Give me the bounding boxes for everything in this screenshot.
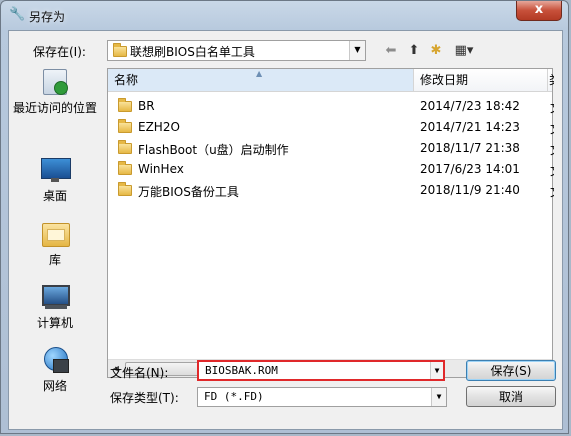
folder-icon <box>118 140 132 154</box>
filetype-value: FD (*.FD) <box>204 390 264 403</box>
file-date: 2018/11/9 21:40 <box>420 183 520 197</box>
folder-icon <box>113 43 127 57</box>
cancel-button[interactable]: 取消 <box>466 386 556 407</box>
save-button[interactable]: 保存(S) <box>466 360 556 381</box>
libraries-icon <box>39 219 71 249</box>
file-name: BR <box>138 99 155 113</box>
up-folder-icon[interactable]: ⬆ <box>405 42 423 60</box>
save-in-value: 联想刷BIOS白名单工具 <box>130 45 255 59</box>
file-date: 2014/7/23 18:42 <box>420 99 520 113</box>
window-title: 另存为 <box>29 10 66 24</box>
filename-input[interactable]: BIOSBAK.ROM ▼ <box>197 360 445 381</box>
file-name: WinHex <box>138 162 184 176</box>
back-arrow-icon[interactable]: ⬅ <box>382 42 400 60</box>
column-header-row: ▲ 名称 修改日期 类 <box>108 69 554 92</box>
file-date: 2017/6/23 14:01 <box>420 162 520 176</box>
list-item[interactable]: 万能BIOS备份工具 2018/11/9 21:40 文 <box>108 180 554 201</box>
place-label: 网络 <box>42 379 67 393</box>
place-libraries[interactable]: 库 <box>9 219 101 268</box>
column-header-name[interactable]: ▲ 名称 <box>108 69 414 91</box>
place-label: 最近访问的位置 <box>12 101 97 115</box>
file-date: 2018/11/7 21:38 <box>420 141 520 155</box>
file-name: FlashBoot（u盘）启动制作 <box>138 143 289 157</box>
column-date-label: 修改日期 <box>420 73 469 87</box>
network-icon <box>39 345 71 375</box>
chevron-down-icon[interactable]: ▼ <box>431 388 446 406</box>
place-label: 库 <box>48 253 61 267</box>
sort-ascending-icon: ▲ <box>256 69 263 78</box>
list-item[interactable]: BR 2014/7/23 18:42 文 <box>108 96 554 117</box>
list-item[interactable]: WinHex 2017/6/23 14:01 文 <box>108 159 554 180</box>
computer-icon <box>39 282 71 312</box>
save-in-dropdown[interactable]: 联想刷BIOS白名单工具 ▼ <box>107 40 366 61</box>
folder-icon <box>118 98 132 112</box>
filetype-dropdown[interactable]: FD (*.FD) ▼ <box>197 387 447 407</box>
view-menu-icon[interactable]: ▦▾ <box>449 42 479 60</box>
title-bar[interactable]: 🔧 另存为 x <box>1 1 568 31</box>
file-list[interactable]: ▲ 名称 修改日期 类 BR 2014/7/23 18:42 文 EZH2O <box>107 68 554 378</box>
file-name: EZH2O <box>138 120 180 134</box>
desktop-icon <box>39 155 71 185</box>
filetype-label: 保存类型(T): <box>110 391 179 405</box>
place-computer[interactable]: 计算机 <box>9 282 101 331</box>
folder-icon <box>118 119 132 133</box>
dialog-client-area: 保存在(I): 联想刷BIOS白名单工具 ▼ ⬅ ⬆ ✱ ▦▾ 最近访问的位置 <box>8 30 563 430</box>
chevron-down-icon[interactable]: ▼ <box>349 41 365 60</box>
place-recent[interactable]: 最近访问的位置 <box>9 67 101 116</box>
filename-value: BIOSBAK.ROM <box>205 364 278 377</box>
file-type: 文 <box>550 99 554 116</box>
list-item[interactable]: FlashBoot（u盘）启动制作 2018/11/7 21:38 文 <box>108 138 554 159</box>
file-name: 万能BIOS备份工具 <box>138 185 239 199</box>
file-type: 文 <box>550 183 554 200</box>
filename-label: 文件名(N): <box>110 366 169 380</box>
recent-places-icon <box>39 67 71 97</box>
list-item[interactable]: EZH2O 2014/7/21 14:23 文 <box>108 117 554 138</box>
column-name-label: 名称 <box>114 73 139 87</box>
column-header-date[interactable]: 修改日期 <box>414 69 548 91</box>
places-bar: 最近访问的位置 桌面 库 计算机 网络 <box>9 55 101 393</box>
save-as-dialog: 🔧 另存为 x 保存在(I): 联想刷BIOS白名单工具 ▼ ⬅ ⬆ ✱ ▦▾ … <box>0 0 569 434</box>
place-label: 计算机 <box>36 316 73 330</box>
new-folder-icon[interactable]: ✱ <box>427 42 445 60</box>
folder-icon <box>118 161 132 175</box>
close-button[interactable]: x <box>516 1 562 21</box>
file-date: 2014/7/21 14:23 <box>420 120 520 134</box>
file-type: 文 <box>550 141 554 158</box>
column-header-type[interactable]: 类 <box>548 69 554 91</box>
file-type: 文 <box>550 120 554 137</box>
folder-icon <box>118 182 132 196</box>
place-label: 桌面 <box>42 189 67 203</box>
file-type: 文 <box>550 162 554 179</box>
chevron-down-icon[interactable]: ▼ <box>430 362 443 379</box>
place-desktop[interactable]: 桌面 <box>9 155 101 204</box>
wrench-icon: 🔧 <box>9 7 26 22</box>
place-network[interactable]: 网络 <box>9 345 101 394</box>
column-type-label: 类 <box>549 73 554 87</box>
